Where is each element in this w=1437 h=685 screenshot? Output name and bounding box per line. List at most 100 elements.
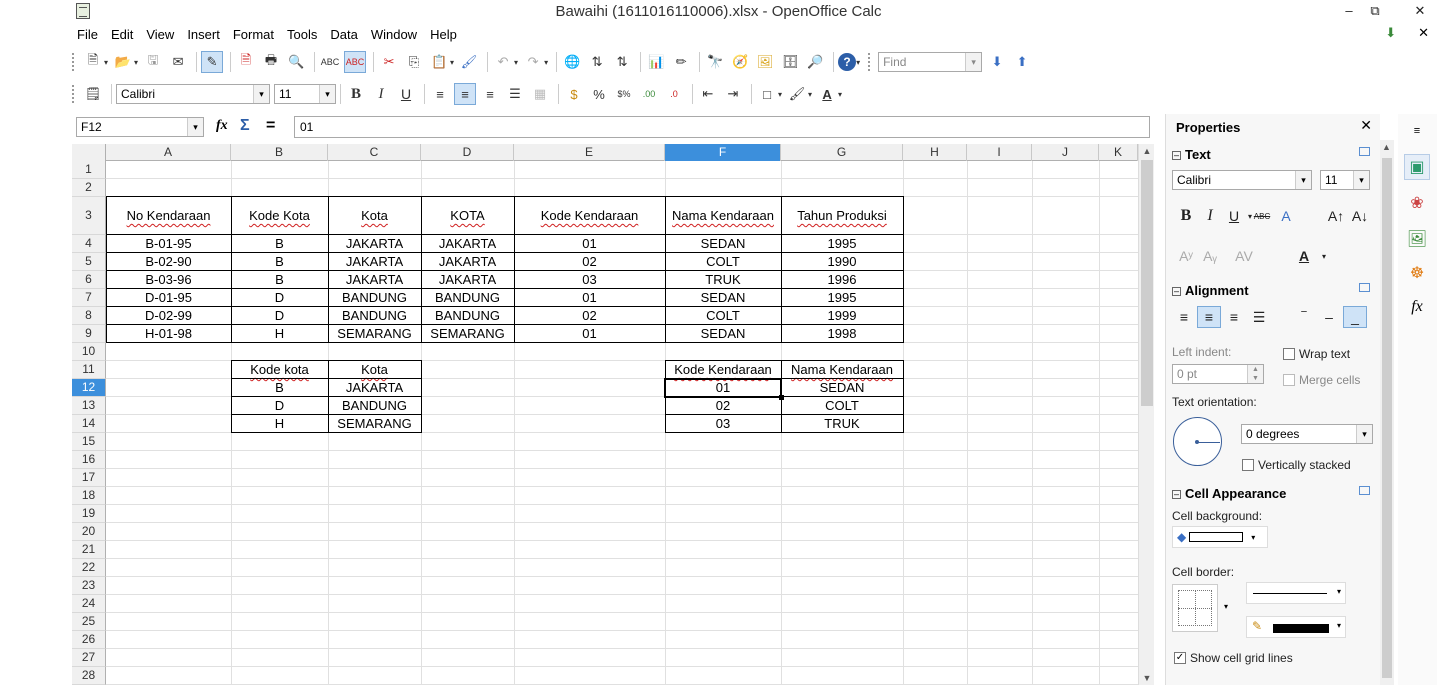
table2-cell[interactable]: D [231, 397, 328, 415]
cell-background-picker[interactable]: ◆ ▾ [1172, 526, 1268, 548]
sidebar-close-icon[interactable]: ✕ [1360, 117, 1372, 134]
number-format-icon[interactable]: $% [613, 83, 635, 105]
table2-header-cell[interactable]: Kode kota [231, 361, 328, 379]
font-color-dropdown-icon[interactable]: ▾ [1312, 245, 1336, 267]
background-color-icon[interactable]: 🖌 [786, 83, 808, 105]
row-header-6[interactable]: 6 [72, 271, 106, 289]
row-header-21[interactable]: 21 [72, 541, 106, 559]
table1-cell[interactable]: 03 [514, 271, 665, 289]
cut-icon[interactable]: ✂ [378, 51, 400, 73]
menu-window[interactable]: Window [364, 25, 423, 45]
table1-cell[interactable]: D-01-95 [106, 289, 231, 307]
table1-cell[interactable]: B-01-95 [106, 235, 231, 253]
sidebar-justify-icon[interactable]: ☰ [1247, 306, 1271, 328]
align-bottom-icon[interactable]: _ [1343, 306, 1367, 328]
close-document-icon[interactable]: ✕ [1418, 25, 1429, 41]
row-header-24[interactable]: 24 [72, 595, 106, 613]
table1-cell[interactable]: 01 [514, 235, 665, 253]
table1-header-cell[interactable]: Tahun Produksi [781, 197, 903, 235]
table1-cell[interactable]: 02 [514, 253, 665, 271]
toolbar-grip[interactable] [72, 85, 76, 103]
row-header-14[interactable]: 14 [72, 415, 106, 433]
font-size-dropdown-icon[interactable]: ▾ [319, 85, 335, 103]
align-right-icon[interactable]: ≡ [479, 83, 501, 105]
align-top-icon[interactable]: ‾ [1292, 306, 1316, 328]
find-replace-icon[interactable]: 🔭 [704, 51, 726, 73]
help-icon[interactable]: ? [838, 53, 857, 71]
row-header-9[interactable]: 9 [72, 325, 106, 343]
paste-icon[interactable]: 📋 [428, 51, 450, 73]
table3-header-cell[interactable]: Kode Kendaraan [665, 361, 781, 379]
align-center-icon[interactable]: ≡ [454, 83, 476, 105]
menu-edit[interactable]: Edit [104, 25, 139, 45]
restore-button[interactable]: ⧉ [1358, 0, 1392, 22]
paste-dropdown-icon[interactable]: ▾ [450, 58, 454, 67]
dropdown-icon[interactable]: ▾ [1337, 587, 1341, 596]
column-header-b[interactable]: B [231, 144, 328, 161]
italic-button[interactable]: I [370, 83, 392, 105]
table2-header-cell[interactable]: Kota [328, 361, 421, 379]
menu-file[interactable]: File [70, 25, 104, 45]
subscript-icon[interactable]: Aᵧ [1198, 245, 1222, 267]
menu-insert[interactable]: Insert [180, 25, 226, 45]
font-color-icon[interactable]: A [816, 83, 838, 105]
font-size-combo[interactable]: 11 ▾ [274, 84, 336, 104]
merge-cells-checkbox[interactable] [1283, 374, 1295, 386]
row-header-17[interactable]: 17 [72, 469, 106, 487]
row-header-7[interactable]: 7 [72, 289, 106, 307]
sidebar-menu-icon[interactable]: ≡ [1404, 118, 1430, 144]
alignment-section-header[interactable]: – Alignment [1172, 283, 1249, 298]
fill-handle[interactable] [779, 395, 784, 400]
font-name-dropdown-icon[interactable]: ▾ [253, 85, 269, 103]
help-dropdown-icon[interactable]: ▾ [856, 58, 860, 67]
navigator-deck-icon[interactable]: ☸ [1404, 260, 1430, 286]
spellcheck-icon[interactable]: ABC [319, 51, 341, 73]
sidebar-align-left-icon[interactable]: ≡ [1172, 306, 1196, 328]
borders-dropdown-icon[interactable]: ▾ [778, 90, 782, 99]
table1-cell[interactable]: JAKARTA [328, 271, 421, 289]
vertically-stacked-checkbox[interactable] [1242, 459, 1254, 471]
table2-cell[interactable]: BANDUNG [328, 397, 421, 415]
row-header-1[interactable]: 1 [72, 161, 106, 179]
spreadsheet-grid[interactable]: ABCDEFGHIJK 1 2 3 4 5 6 7 8 9 10 11 12 13 14 15 16 17 18 1… [72, 144, 1138, 685]
scroll-up-icon[interactable]: ▲ [1139, 146, 1155, 156]
table2-cell[interactable]: B [231, 379, 328, 397]
save-icon[interactable]: 🖫 [142, 51, 164, 73]
row-header-26[interactable]: 26 [72, 631, 106, 649]
table3-cell[interactable]: SEDAN [781, 379, 903, 397]
name-box-dropdown-icon[interactable]: ▾ [187, 118, 203, 136]
copy-icon[interactable]: ⎘ [403, 51, 425, 73]
find-input[interactable]: Find ▾ [878, 52, 983, 72]
table1-cell[interactable]: SEMARANG [421, 325, 514, 343]
shadow-button[interactable]: A [1274, 205, 1298, 227]
table1-cell[interactable]: SEDAN [665, 325, 781, 343]
row-header-11[interactable]: 11 [72, 361, 106, 379]
formula-input[interactable]: 01 [294, 116, 1150, 138]
sidebar-scrollbar-thumb[interactable] [1382, 158, 1392, 678]
align-middle-icon[interactable]: – [1317, 306, 1341, 328]
gallery-icon[interactable]: 🖼 [754, 51, 776, 73]
orientation-degrees-combo[interactable]: 0 degrees ▾ [1241, 424, 1373, 444]
table1-cell[interactable]: 1990 [781, 253, 903, 271]
table1-cell[interactable]: 1996 [781, 271, 903, 289]
table1-cell[interactable]: 1999 [781, 307, 903, 325]
cell-border-picker[interactable] [1172, 584, 1218, 632]
add-decimal-icon[interactable]: .00 [638, 83, 660, 105]
find-previous-icon[interactable]: ⬆ [1011, 51, 1033, 73]
table1-cell[interactable]: BANDUNG [328, 307, 421, 325]
increase-indent-icon[interactable]: ⇥ [722, 83, 744, 105]
table3-cell[interactable]: 03 [665, 415, 781, 433]
row-header-8[interactable]: 8 [72, 307, 106, 325]
sidebar-scroll-up-icon[interactable]: ▲ [1382, 142, 1391, 152]
hyperlink-icon[interactable]: 🌐 [561, 51, 583, 73]
undo-dropdown-icon[interactable]: ▾ [514, 58, 518, 67]
table1-cell[interactable]: COLT [665, 307, 781, 325]
scrollbar-thumb[interactable] [1141, 160, 1153, 406]
print-preview-icon[interactable]: 🔍 [285, 51, 307, 73]
background-dropdown-icon[interactable]: ▾ [808, 90, 812, 99]
percent-icon[interactable]: % [588, 83, 610, 105]
border-dropdown-icon[interactable]: ▾ [1224, 602, 1228, 611]
table2-cell[interactable]: SEMARANG [328, 415, 421, 433]
toolbar-grip[interactable] [72, 53, 76, 71]
underline-button[interactable]: U [395, 83, 417, 105]
